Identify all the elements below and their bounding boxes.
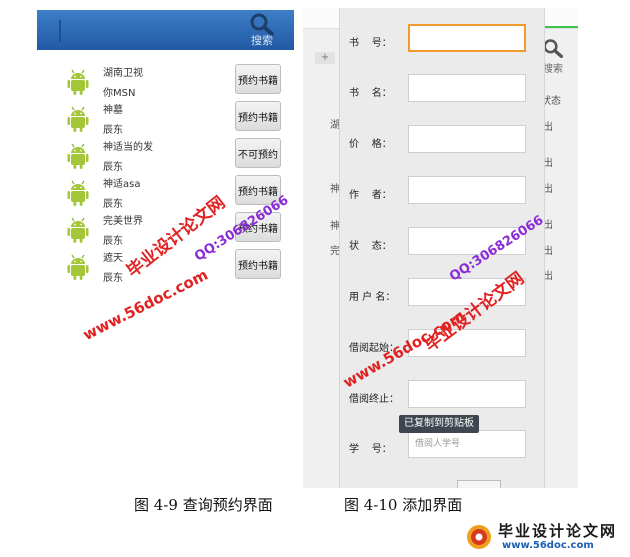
book-title: 神适asa xyxy=(103,179,141,190)
list-item[interactable]: 神适当的发 辰东 不可预约 xyxy=(59,136,294,173)
magnifier-icon xyxy=(543,39,563,58)
field-label: 价 格： xyxy=(349,139,392,150)
dialog-confirm-button[interactable] xyxy=(457,480,501,488)
not-reservable-button[interactable]: 不可预约 xyxy=(235,138,281,168)
reserve-button[interactable]: 预约书籍 xyxy=(235,64,281,94)
field-label: 借阅终止： xyxy=(349,394,399,405)
logo-name: 毕业设计论文网 xyxy=(498,522,618,540)
list-item[interactable]: 湖南卫视 你MSN 预约书籍 xyxy=(59,62,294,99)
add-book-screen: + 搜索 状态 出 出 出 出 出 出 湖 神 神 完 书 号： 书 名： 价 … xyxy=(303,8,578,488)
author-input[interactable] xyxy=(408,176,526,204)
book-author: 辰东 xyxy=(103,236,123,247)
book-author: 辰东 xyxy=(103,162,123,173)
borrow-end-input[interactable] xyxy=(408,380,526,408)
field-book-name: 书 名： xyxy=(340,74,544,108)
field-label: 学 号： xyxy=(349,444,392,455)
field-label: 书 号： xyxy=(349,38,392,49)
student-id-input[interactable] xyxy=(408,430,526,458)
android-icon xyxy=(66,180,90,207)
book-author: 辰东 xyxy=(103,199,123,210)
field-borrow-end: 借阅终止： xyxy=(340,380,544,414)
book-author: 辰东 xyxy=(103,273,123,284)
search-button[interactable]: 搜索 xyxy=(242,12,282,48)
book-title: 神适当的发 xyxy=(103,142,153,153)
list-item[interactable]: 神墓 辰东 预约书籍 xyxy=(59,99,294,136)
logo-emblem-icon xyxy=(467,525,491,549)
logo-url: www.56doc.com xyxy=(502,540,594,551)
android-icon xyxy=(66,106,90,133)
book-author: 你MSN xyxy=(103,88,136,99)
reserve-button[interactable]: 预约书籍 xyxy=(235,101,281,131)
field-student-id: 学 号： xyxy=(340,430,544,464)
book-name-input[interactable] xyxy=(408,74,526,102)
price-input[interactable] xyxy=(408,125,526,153)
book-title: 神墓 xyxy=(103,105,123,116)
field-label: 状 态： xyxy=(349,241,392,252)
field-price: 价 格： xyxy=(340,125,544,159)
field-label: 作 者： xyxy=(349,190,392,201)
search-field-edge[interactable] xyxy=(59,20,61,42)
site-logo: 毕业设计论文网 www.56doc.com xyxy=(464,520,626,554)
title-bar: 搜索 xyxy=(37,10,294,50)
add-button[interactable]: + xyxy=(315,52,335,64)
book-author: 辰东 xyxy=(103,125,123,136)
copied-toast: 已复制到剪贴板 xyxy=(399,415,479,433)
field-label: 用 户 名： xyxy=(349,292,396,303)
android-icon xyxy=(66,254,90,281)
search-button-label: 搜索 xyxy=(251,34,273,47)
book-title: 完美世界 xyxy=(103,216,143,227)
book-list: 湖南卫视 你MSN 预约书籍 神墓 辰东 预约书籍 神适当的发 辰东 不可预约 … xyxy=(59,62,294,284)
caption-right: 图 4-10 添加界面 xyxy=(344,496,463,514)
android-icon xyxy=(66,69,90,96)
caption-left: 图 4-9 查询预约界面 xyxy=(134,496,273,514)
field-label: 书 名： xyxy=(349,88,392,99)
field-book-id: 书 号： xyxy=(340,24,544,58)
book-title: 湖南卫视 xyxy=(103,68,143,79)
book-id-input[interactable] xyxy=(408,24,526,52)
android-icon xyxy=(66,143,90,170)
field-author: 作 者： xyxy=(340,176,544,210)
list-item[interactable]: 神适asa 辰东 预约书籍 xyxy=(59,173,294,210)
android-icon xyxy=(66,217,90,244)
reserve-button[interactable]: 预约书籍 xyxy=(235,249,281,279)
